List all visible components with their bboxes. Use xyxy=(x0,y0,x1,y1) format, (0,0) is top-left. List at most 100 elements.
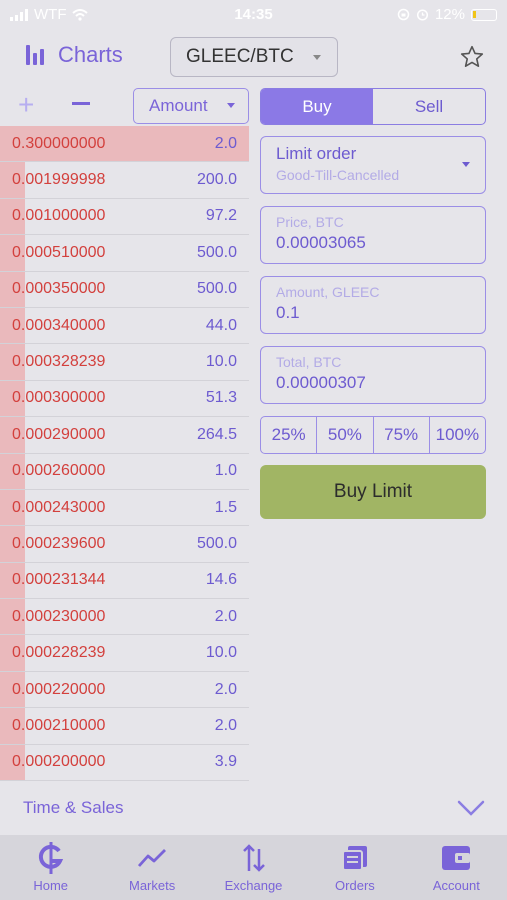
orderbook-price: 0.000328239 xyxy=(12,353,106,371)
total-field-value: 0.00000307 xyxy=(276,373,366,392)
nav-home[interactable]: Home xyxy=(0,835,101,900)
orderbook-amount: 51.3 xyxy=(205,389,237,407)
orderbook-row[interactable]: 0.000228239 10.0 xyxy=(0,635,249,672)
orderbook-amount: 10.0 xyxy=(205,353,237,371)
tab-buy[interactable]: Buy xyxy=(261,89,373,124)
battery-icon xyxy=(471,8,497,21)
percent-100-button[interactable]: 100% xyxy=(430,417,485,453)
amount-selector-label: Amount xyxy=(149,96,208,115)
tab-sell[interactable]: Sell xyxy=(373,89,485,124)
orderbook-row[interactable]: 0.000230000 2.0 xyxy=(0,599,249,636)
orderbook-row[interactable]: 0.000328239 10.0 xyxy=(0,344,249,381)
orderbook-row[interactable]: 0.001000000 97.2 xyxy=(0,198,249,236)
amount-field-label: Amount, GLEEC xyxy=(276,284,380,300)
orderbook-amount: 500.0 xyxy=(196,280,237,298)
time-in-force-label: Good-Till-Cancelled xyxy=(276,167,400,183)
orderbook-price: 0.000300000 xyxy=(12,389,106,407)
nav-orders-label: Orders xyxy=(335,878,375,893)
orderbook-amount: 44.0 xyxy=(205,316,237,334)
orderbook-price: 0.000239600 xyxy=(12,534,106,552)
orderbook-row[interactable]: 0.000350000 500.0 xyxy=(0,271,249,308)
orderbook-price: 0.000230000 xyxy=(12,607,106,625)
price-field-value: 0.00003065 xyxy=(276,233,366,252)
orderbook-amount: 500.0 xyxy=(196,243,237,261)
percent-25-button[interactable]: 25% xyxy=(261,417,318,453)
nav-account[interactable]: Account xyxy=(406,835,507,900)
trending-up-icon xyxy=(137,843,167,873)
chevron-down-icon[interactable] xyxy=(457,800,485,816)
orderbook-row[interactable]: 0.300000000 2.0 xyxy=(0,126,249,163)
orderbook-amount: 264.5 xyxy=(196,425,237,443)
price-field[interactable]: Price, BTC 0.00003065 xyxy=(260,206,486,264)
nav-orders[interactable]: Orders xyxy=(304,835,405,900)
orderbook-price: 0.000350000 xyxy=(12,280,106,298)
orderbook-controls: + Amount xyxy=(0,88,250,124)
orderbook-row[interactable]: 0.000340000 44.0 xyxy=(0,307,249,345)
pair-label: GLEEC/BTC xyxy=(186,46,294,67)
side-tabs: Buy Sell xyxy=(260,88,486,125)
time-sales-section[interactable]: Time & Sales xyxy=(0,788,507,828)
exchange-arrows-icon xyxy=(239,843,269,873)
orderbook-price: 0.000340000 xyxy=(12,316,106,334)
orderbook-row[interactable]: 0.000210000 2.0 xyxy=(0,708,249,745)
nav-exchange[interactable]: Exchange xyxy=(203,835,304,900)
orders-list-icon xyxy=(340,843,370,873)
orderbook-amount: 2.0 xyxy=(214,134,237,152)
orderbook-price: 0.000210000 xyxy=(12,716,106,734)
percent-buttons: 25% 50% 75% 100% xyxy=(260,416,486,454)
orderbook-row[interactable]: 0.000290000 264.5 xyxy=(0,417,249,454)
orderbook-price: 0.000231344 xyxy=(12,571,106,589)
orderbook-amount: 10.0 xyxy=(205,644,237,662)
home-gleec-icon xyxy=(36,842,66,874)
time-sales-label: Time & Sales xyxy=(23,798,124,817)
nav-account-label: Account xyxy=(432,878,480,893)
order-type-select[interactable]: Limit order Good-Till-Cancelled xyxy=(260,136,486,194)
orderbook-row[interactable]: 0.000243000 1.5 xyxy=(0,489,249,527)
orderbook-amount: 1.5 xyxy=(214,498,237,516)
orderbook-row[interactable]: 0.000231344 14.6 xyxy=(0,562,249,600)
buy-limit-button[interactable]: Buy Limit xyxy=(260,465,486,519)
orderbook-row[interactable]: 0.000220000 2.0 xyxy=(0,671,249,709)
nav-markets[interactable]: Markets xyxy=(101,835,202,900)
orderbook-price: 0.300000000 xyxy=(12,134,106,152)
zoom-out-button[interactable] xyxy=(72,102,90,105)
orderbook-price: 0.000510000 xyxy=(12,243,106,261)
orderbook-row[interactable]: 0.001999998 200.0 xyxy=(0,162,249,199)
charts-button[interactable]: Charts xyxy=(26,42,123,68)
orderbook-row[interactable]: 0.000260000 1.0 xyxy=(0,453,249,490)
orderbook-price: 0.000243000 xyxy=(12,498,106,516)
orderbook-price: 0.001999998 xyxy=(12,171,106,189)
price-field-label: Price, BTC xyxy=(276,214,344,230)
percent-50-button[interactable]: 50% xyxy=(317,417,374,453)
orderbook-amount: 3.9 xyxy=(214,753,237,771)
chevron-down-icon xyxy=(227,103,235,108)
status-bar: WTF 14:35 12% xyxy=(0,0,507,30)
rotation-lock-icon xyxy=(397,8,410,21)
orderbook-price: 0.000220000 xyxy=(12,680,106,698)
amount-selector[interactable]: Amount xyxy=(133,88,249,124)
orderbook-amount: 500.0 xyxy=(196,534,237,552)
orderbook-row[interactable]: 0.000510000 500.0 xyxy=(0,235,249,272)
chevron-down-icon xyxy=(313,55,321,60)
order-type-label: Limit order xyxy=(276,144,357,163)
bar-chart-icon xyxy=(26,45,44,65)
pair-selector[interactable]: GLEEC/BTC xyxy=(170,37,338,77)
orderbook-amount: 2.0 xyxy=(214,716,237,734)
orderbook-row[interactable]: 0.000239600 500.0 xyxy=(0,526,249,563)
orderbook-row[interactable]: 0.000300000 51.3 xyxy=(0,380,249,418)
orderbook-price: 0.000200000 xyxy=(12,753,106,771)
amount-field[interactable]: Amount, GLEEC 0.1 xyxy=(260,276,486,334)
star-icon[interactable] xyxy=(459,44,485,70)
header: Charts GLEEC/BTC xyxy=(0,30,507,86)
orderbook-price: 0.000290000 xyxy=(12,425,106,443)
total-field[interactable]: Total, BTC 0.00000307 xyxy=(260,346,486,404)
wallet-icon xyxy=(441,843,471,873)
orderbook-amount: 2.0 xyxy=(214,607,237,625)
orderbook-row[interactable]: 0.000200000 3.9 xyxy=(0,744,249,782)
orderbook-amount: 14.6 xyxy=(205,571,237,589)
percent-75-button[interactable]: 75% xyxy=(374,417,430,453)
bottom-nav: Home Markets Exchange Orders Account xyxy=(0,835,507,900)
orderbook-price: 0.000260000 xyxy=(12,462,106,480)
zoom-in-button[interactable]: + xyxy=(18,90,34,120)
orderbook-amount: 1.0 xyxy=(214,462,237,480)
